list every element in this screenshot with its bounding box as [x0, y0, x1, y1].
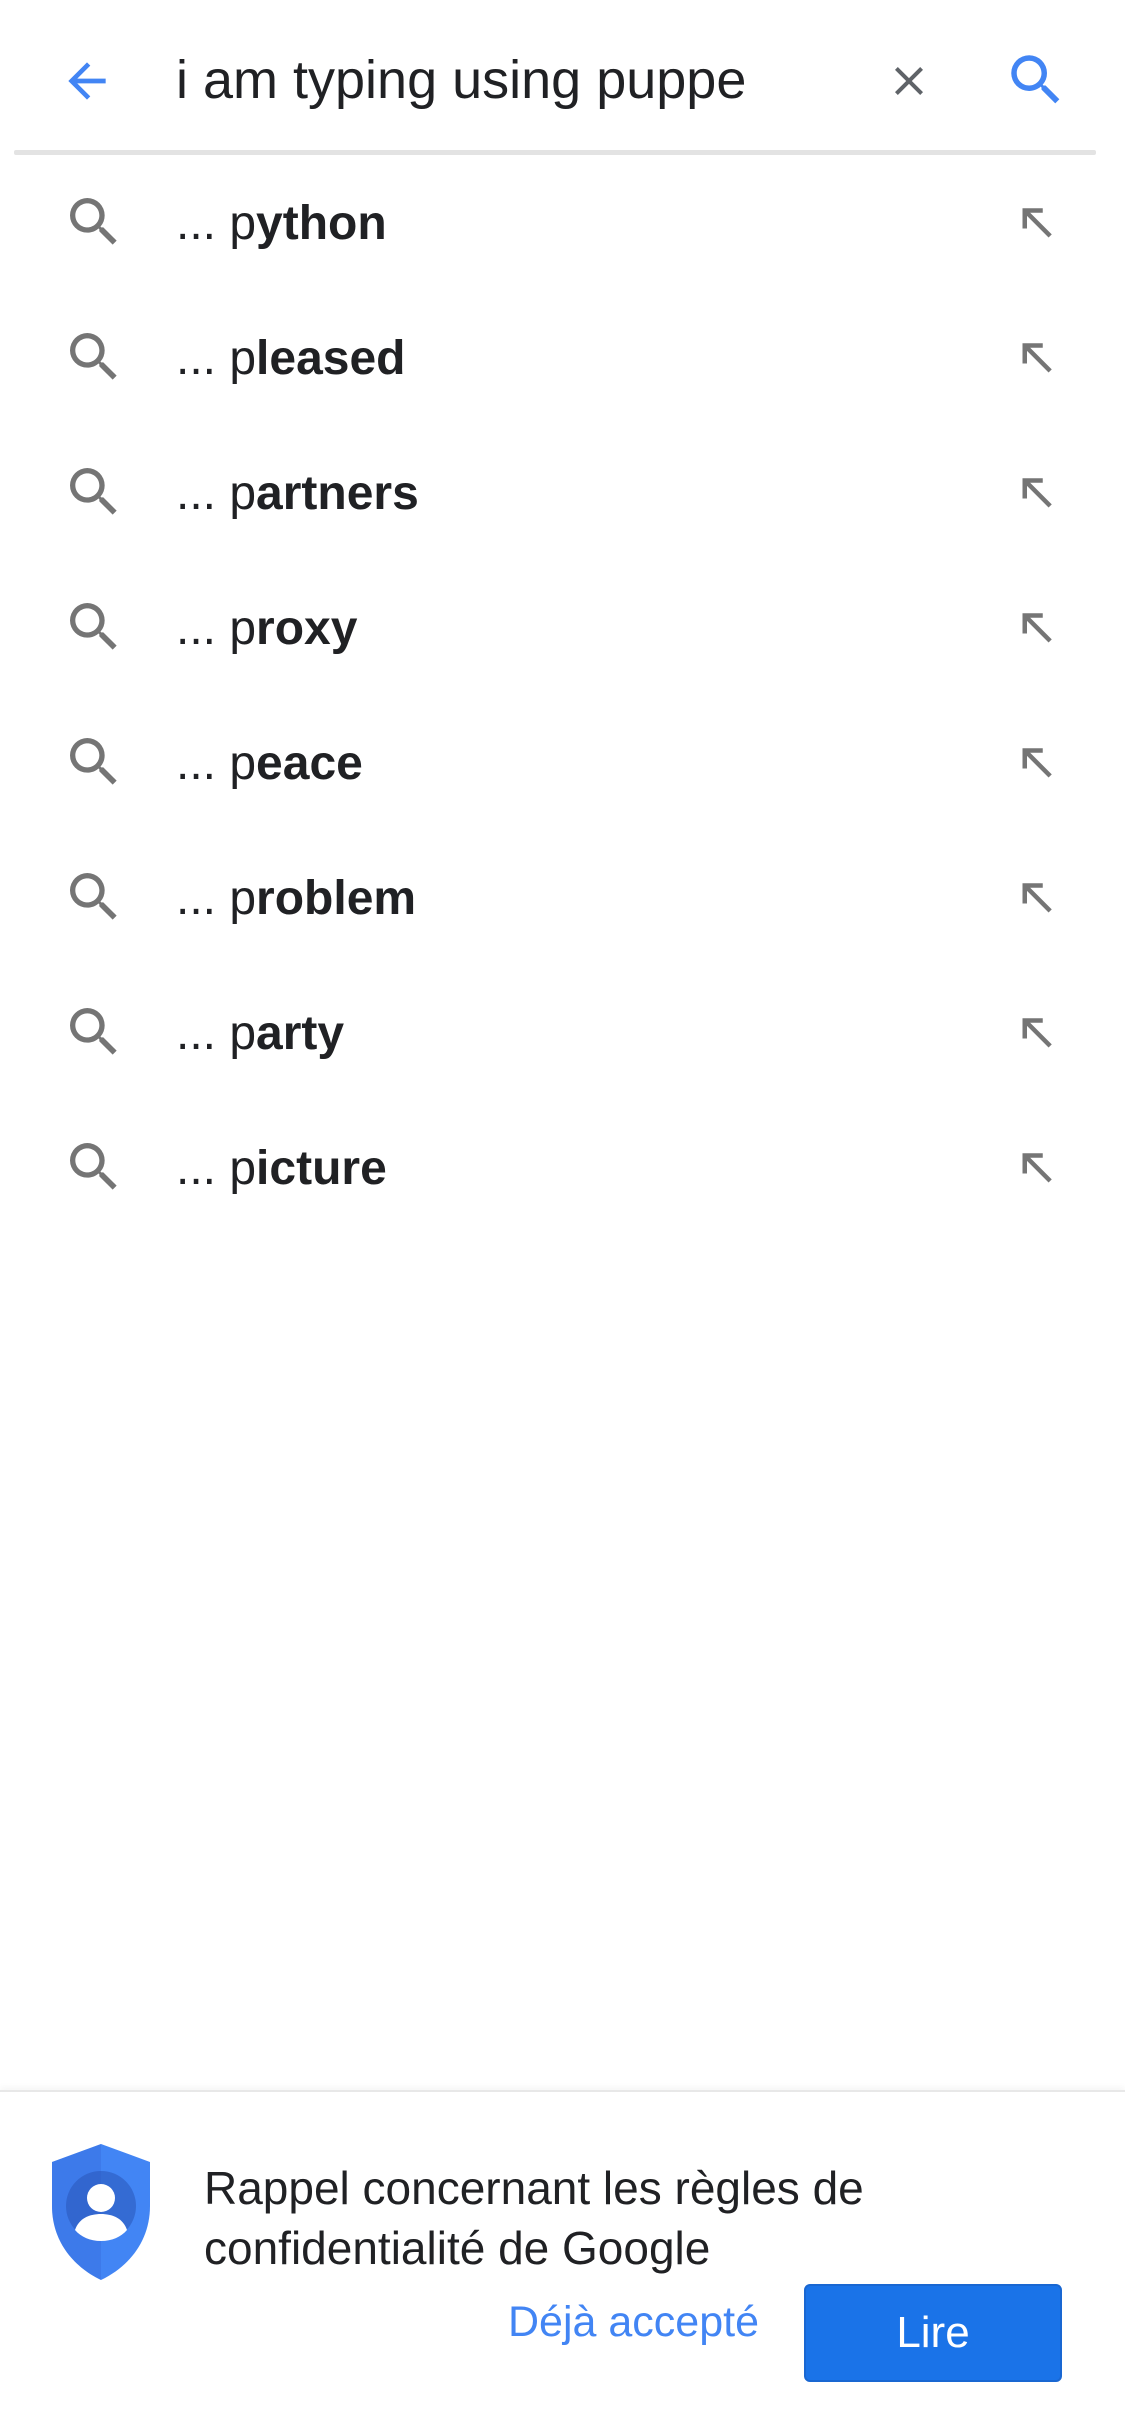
suggestion-item[interactable]: ... peace — [0, 700, 1125, 835]
search-icon — [70, 198, 117, 245]
suggestion-completion-text: artners — [256, 467, 419, 520]
suggestion-completion-text: icture — [256, 1142, 387, 1195]
arrow-left-icon — [68, 62, 106, 100]
suggestion-completion-text: leased — [256, 332, 406, 385]
suggestion-text: ... party — [176, 1004, 344, 1064]
arrow-up-left-icon — [1022, 343, 1052, 373]
suggestion-completion-text: ython — [256, 197, 387, 250]
suggestion-item[interactable]: ... proxy — [0, 565, 1125, 700]
suggestion-item[interactable]: ... picture — [0, 1105, 1125, 1240]
search-icon — [70, 603, 117, 650]
suggestion-text: ... pleased — [176, 329, 405, 389]
fill-query-button[interactable] — [1004, 1137, 1068, 1201]
suggestion-text: ... problem — [176, 869, 416, 929]
search-icon — [70, 873, 117, 920]
fill-query-button[interactable] — [1004, 867, 1068, 931]
search-page: ... python ... pleased ... partners — [0, 0, 1125, 2436]
fill-query-button[interactable] — [1004, 327, 1068, 391]
search-icon — [70, 1008, 117, 1055]
fill-query-button[interactable] — [1004, 597, 1068, 661]
search-input[interactable] — [176, 40, 836, 120]
arrow-up-left-icon — [1022, 883, 1052, 913]
suggestion-typed-text: ... p — [176, 602, 257, 655]
arrow-up-left-icon — [1022, 208, 1052, 238]
privacy-reminder-message: Rappel concernant les règles de confiden… — [204, 2162, 864, 2274]
suggestion-text: ... picture — [176, 1139, 387, 1199]
suggestion-typed-text: ... p — [176, 332, 257, 385]
search-icon — [1011, 55, 1060, 104]
suggestion-completion-text: roxy — [256, 602, 358, 655]
back-button[interactable] — [52, 46, 122, 116]
arrow-up-left-icon — [1022, 613, 1052, 643]
suggestion-item[interactable]: ... problem — [0, 835, 1125, 970]
suggestion-item[interactable]: ... pleased — [0, 295, 1125, 430]
fill-query-button[interactable] — [1004, 462, 1068, 526]
close-icon — [895, 67, 923, 95]
arrow-up-left-icon — [1022, 478, 1052, 508]
suggestion-text: ... python — [176, 194, 387, 254]
read-button[interactable]: Lire — [804, 2284, 1062, 2382]
search-bar — [0, 0, 1125, 156]
privacy-reminder-banner: Rappel concernant les règles de confiden… — [0, 2090, 1125, 2436]
suggestion-completion-text: eace — [256, 737, 363, 790]
suggestion-text: ... partners — [176, 464, 419, 524]
suggestion-typed-text: ... p — [176, 197, 257, 250]
search-submit-button[interactable] — [998, 42, 1074, 118]
already-accepted-link[interactable]: Déjà accepté — [508, 2292, 759, 2352]
suggestion-item[interactable]: ... python — [0, 160, 1125, 295]
fill-query-button[interactable] — [1004, 732, 1068, 796]
suggestion-completion-text: roblem — [256, 872, 417, 925]
search-icon — [70, 333, 117, 380]
suggestion-typed-text: ... p — [176, 872, 257, 925]
search-icon — [70, 738, 117, 785]
search-divider — [14, 150, 1096, 155]
clear-button[interactable] — [874, 46, 944, 116]
arrow-up-left-icon — [1022, 1153, 1052, 1183]
suggestion-typed-text: ... p — [176, 1142, 257, 1195]
suggestion-typed-text: ... p — [176, 737, 257, 790]
suggestion-item[interactable]: ... party — [0, 970, 1125, 1105]
search-icon — [70, 468, 117, 515]
arrow-up-left-icon — [1022, 1018, 1052, 1048]
search-icon — [70, 1143, 117, 1190]
suggestion-typed-text: ... p — [176, 467, 257, 520]
suggestion-list: ... python ... pleased ... partners ... … — [0, 160, 1125, 1240]
shield-person-icon — [52, 2144, 150, 2280]
suggestion-typed-text: ... p — [176, 1007, 257, 1060]
suggestion-text: ... peace — [176, 734, 363, 794]
fill-query-button[interactable] — [1004, 1002, 1068, 1066]
suggestion-item[interactable]: ... partners — [0, 430, 1125, 565]
arrow-up-left-icon — [1022, 748, 1052, 778]
suggestion-text: ... proxy — [176, 599, 357, 659]
fill-query-button[interactable] — [1004, 192, 1068, 256]
suggestion-completion-text: arty — [256, 1007, 345, 1060]
